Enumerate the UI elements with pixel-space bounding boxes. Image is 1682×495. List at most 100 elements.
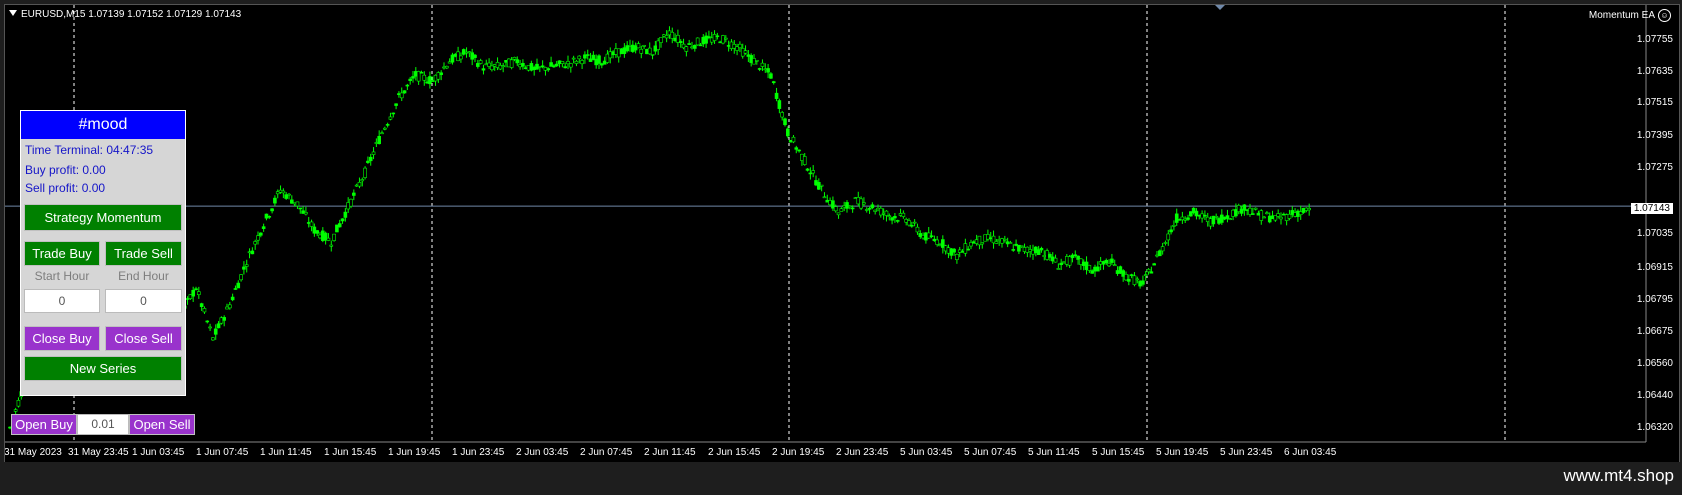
- candle-body: [577, 55, 582, 60]
- candle-body: [340, 218, 345, 222]
- candle-body: [402, 90, 407, 94]
- price-tick-label: 1.06560: [1636, 358, 1673, 369]
- candle-body: [1087, 265, 1092, 271]
- candle-body: [563, 66, 567, 69]
- candle-body: [560, 61, 565, 64]
- candle-body: [783, 118, 787, 126]
- candle-body: [287, 193, 291, 196]
- candle-body: [670, 31, 675, 39]
- smiley-icon: ☺: [1658, 9, 1671, 22]
- symbol-header: EURUSD,M15 1.07139 1.07152 1.07129 1.071…: [9, 9, 241, 20]
- candle-body: [1127, 278, 1131, 282]
- candle-body: [211, 337, 215, 341]
- footer-bar: www.mt4.shop: [0, 462, 1682, 495]
- time-tick-label: 2 Jun 19:45: [772, 447, 825, 458]
- price-chart[interactable]: EURUSD,M15 1.07139 1.07152 1.07129 1.071…: [4, 4, 1680, 464]
- candle-body: [639, 48, 644, 54]
- candle-body: [597, 55, 601, 64]
- ea-name: Momentum EA: [1588, 10, 1655, 21]
- candle-body: [893, 216, 897, 219]
- trade-sell-button[interactable]: Trade Sell: [105, 241, 182, 266]
- candle-body: [791, 136, 796, 143]
- candle-body: [1053, 257, 1058, 263]
- candle-body: [1104, 259, 1109, 264]
- candle-body: [870, 204, 875, 209]
- candle-body: [273, 197, 277, 204]
- open-buy-button[interactable]: Open Buy: [11, 414, 77, 435]
- candle-body: [380, 132, 384, 135]
- candle-body: [1279, 216, 1283, 220]
- candle-body: [368, 156, 373, 162]
- candle-body: [337, 223, 342, 228]
- candle-body: [687, 43, 691, 45]
- candle-body: [659, 37, 663, 43]
- candle-body: [805, 168, 810, 171]
- candle-body: [1225, 215, 1230, 219]
- candle-body: [357, 182, 362, 187]
- candle-body: [208, 326, 212, 329]
- candle-body: [850, 207, 855, 210]
- candle-body: [391, 112, 396, 115]
- candle-body: [569, 63, 573, 68]
- candle-body: [199, 303, 204, 307]
- chart-shift-marker-icon: [1215, 5, 1225, 10]
- time-tick-label: 2 Jun 07:45: [580, 447, 633, 458]
- candle-body: [715, 35, 720, 38]
- time-tick-label: 2 Jun 11:45: [644, 447, 696, 458]
- price-tick-label: 1.07275: [1636, 162, 1673, 173]
- candle-body: [1287, 213, 1292, 219]
- candle-body: [712, 34, 717, 41]
- candle-body: [895, 220, 900, 222]
- time-tick-label: 2 Jun 15:45: [708, 447, 761, 458]
- ea-control-panel: #mood Time Terminal: 04:47:35 Buy profit…: [20, 110, 186, 396]
- end-hour-input[interactable]: 0: [105, 289, 182, 313]
- candle-body: [242, 266, 246, 270]
- candle-body: [394, 103, 398, 106]
- close-sell-button[interactable]: Close Sell: [105, 326, 182, 351]
- time-tick-label: 5 Jun 19:45: [1156, 447, 1209, 458]
- candle-body: [678, 41, 683, 44]
- candle-body: [952, 248, 956, 253]
- candle-body: [693, 44, 697, 49]
- price-tick-label: 1.07635: [1636, 66, 1673, 77]
- candle-body: [1152, 263, 1156, 266]
- candle-body: [1307, 208, 1311, 211]
- time-tick-label: 6 Jun 03:45: [1284, 447, 1337, 458]
- expert-advisor-label[interactable]: Momentum EA ☺: [1589, 9, 1671, 22]
- candle-body: [371, 151, 376, 155]
- candle-body: [213, 328, 218, 335]
- candle-body: [309, 221, 314, 227]
- start-hour-input[interactable]: 0: [24, 289, 100, 313]
- trade-buy-button[interactable]: Trade Buy: [24, 241, 100, 266]
- candle-body: [743, 50, 748, 54]
- candle-body: [1073, 254, 1078, 257]
- candle-body: [574, 60, 579, 64]
- close-buy-button[interactable]: Close Buy: [24, 326, 100, 351]
- candle-body: [1059, 262, 1063, 266]
- candle-body: [571, 57, 576, 60]
- candle-body: [405, 84, 410, 87]
- panel-title: #mood: [21, 111, 185, 139]
- candle-body: [647, 47, 652, 55]
- candle-body: [650, 54, 655, 56]
- candle-body: [459, 55, 463, 60]
- candle-body: [862, 202, 866, 205]
- dropdown-triangle-icon[interactable]: [9, 10, 17, 16]
- lot-size-input[interactable]: 0.01: [77, 414, 129, 435]
- candle-body: [833, 206, 838, 212]
- new-series-button[interactable]: New Series: [24, 356, 182, 381]
- time-tick-label: 5 Jun 11:45: [1028, 447, 1080, 458]
- candle-body: [13, 409, 18, 412]
- candle-body: [194, 288, 198, 291]
- candle-body: [724, 37, 728, 40]
- candle-body: [766, 68, 770, 73]
- candle-body: [512, 56, 517, 60]
- buy-profit: Buy profit: 0.00: [25, 163, 106, 177]
- candle-body: [197, 291, 201, 295]
- candle-body: [261, 226, 266, 229]
- candle-body: [642, 45, 646, 47]
- candle-body: [580, 60, 584, 65]
- strategy-momentum-button[interactable]: Strategy Momentum: [24, 204, 182, 231]
- candle-body: [256, 235, 260, 241]
- open-sell-button[interactable]: Open Sell: [129, 414, 195, 435]
